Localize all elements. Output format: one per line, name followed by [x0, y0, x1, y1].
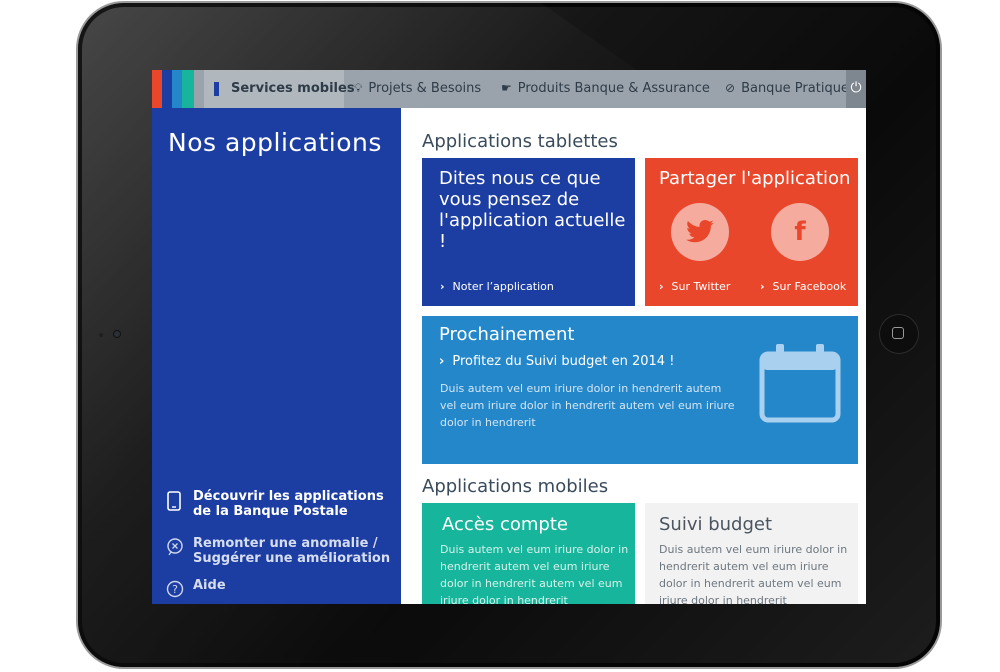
- bug-report-icon: [166, 538, 184, 556]
- page-title: Nos applications: [168, 128, 382, 157]
- top-navigation: Services mobiles 💡︎ Projets & Besoins ☛ Pr…: [152, 70, 866, 108]
- compass-icon: ⊘: [725, 81, 736, 95]
- brand-stripe-teal: [182, 70, 194, 108]
- power-icon[interactable]: ⏻: [846, 70, 866, 108]
- app-screen: Services mobiles 💡︎ Projets & Besoins ☛ Pr…: [152, 70, 866, 604]
- camera-icon: [114, 331, 120, 337]
- sidebar: Nos applications Découvrir les applicati…: [152, 108, 401, 604]
- brand-stripe-blue: [162, 70, 172, 108]
- nav-label: Banque Pratique: [741, 81, 849, 96]
- section-title-tablettes: Applications tablettes: [422, 131, 618, 152]
- upcoming-tile[interactable]: Prochainement › Profitez du Suivi budget …: [422, 316, 858, 464]
- main-content: Applications tablettes Dites nous ce que…: [401, 108, 866, 604]
- share-twitter-link[interactable]: › Sur Twitter: [659, 280, 730, 293]
- svg-text:?: ?: [172, 583, 178, 596]
- suivi-text: Duis autem vel eum iriure dolor in hendr…: [659, 543, 848, 604]
- home-square-icon: [892, 327, 904, 339]
- nav-label: Produits Banque & Assurance: [517, 81, 710, 96]
- rate-app-label: Noter l’application: [452, 280, 554, 293]
- upcoming-subtitle-link[interactable]: › Profitez du Suivi budget en 2014 !: [439, 354, 674, 369]
- upcoming-title: Prochainement: [439, 324, 575, 345]
- sensor-dot: [99, 333, 103, 337]
- nav-banque-pratique[interactable]: ⊘ Banque Pratique: [725, 70, 849, 108]
- suivi-budget-tile[interactable]: Suivi budget Duis autem vel eum iriure d…: [645, 503, 858, 604]
- tablet-icon: [166, 491, 184, 511]
- sidebar-item-label: Découvrir les applications de la Banque …: [193, 489, 384, 519]
- share-facebook-label: Sur Facebook: [772, 280, 847, 293]
- handshake-icon: ☛: [501, 81, 512, 95]
- section-title-mobiles: Applications mobiles: [422, 476, 609, 497]
- nav-label: Projets & Besoins: [368, 81, 482, 96]
- facebook-icon[interactable]: f: [771, 203, 829, 261]
- brand-stripe-gap: [194, 70, 204, 108]
- brand-stripe-cyan: [172, 70, 182, 108]
- rate-app-link[interactable]: › Noter l’application: [440, 280, 554, 293]
- calendar-icon: [759, 342, 841, 424]
- share-title: Partager l'application: [659, 168, 851, 189]
- feedback-tile[interactable]: Dites nous ce que vous pensez de l'appli…: [422, 158, 635, 306]
- nav-projets-besoins[interactable]: 💡︎ Projets & Besoins: [354, 70, 481, 108]
- upcoming-text: Duis autem vel eum iriure dolor in hendr…: [440, 382, 735, 429]
- chevron-right-icon: ›: [659, 280, 664, 293]
- feedback-title: Dites nous ce que vous pensez de l'appli…: [439, 168, 626, 252]
- nav-produits[interactable]: ☛ Produits Banque & Assurance: [501, 70, 710, 108]
- phone-icon: [214, 82, 219, 96]
- share-tile: Partager l'application f › Sur Twitter › S…: [645, 158, 858, 306]
- suivi-title: Suivi budget: [659, 514, 773, 535]
- brand-stripe-red: [152, 70, 162, 108]
- nav-label: Services mobiles: [231, 81, 355, 96]
- upcoming-subtitle: Profitez du Suivi budget en 2014 !: [452, 354, 675, 369]
- home-button[interactable]: [879, 314, 919, 354]
- lightbulb-icon: 💡︎: [354, 81, 363, 95]
- twitter-icon[interactable]: [671, 203, 729, 261]
- chevron-right-icon: ›: [439, 354, 445, 369]
- sidebar-item-label: Aide: [193, 578, 226, 593]
- nav-services-mobiles[interactable]: Services mobiles: [204, 70, 355, 108]
- acces-title: Accès compte: [442, 514, 568, 535]
- sidebar-item-label: Remonter une anomalie / Suggérer une amé…: [193, 536, 391, 566]
- share-facebook-link[interactable]: › Sur Facebook: [760, 280, 846, 293]
- acces-compte-tile[interactable]: Accès compte Duis autem vel eum iriure d…: [422, 503, 635, 604]
- share-twitter-label: Sur Twitter: [671, 280, 731, 293]
- acces-text: Duis autem vel eum iriure dolor in hendr…: [440, 543, 629, 604]
- help-icon: ?: [166, 580, 184, 598]
- chevron-right-icon: ›: [760, 280, 765, 293]
- chevron-right-icon: ›: [440, 280, 445, 293]
